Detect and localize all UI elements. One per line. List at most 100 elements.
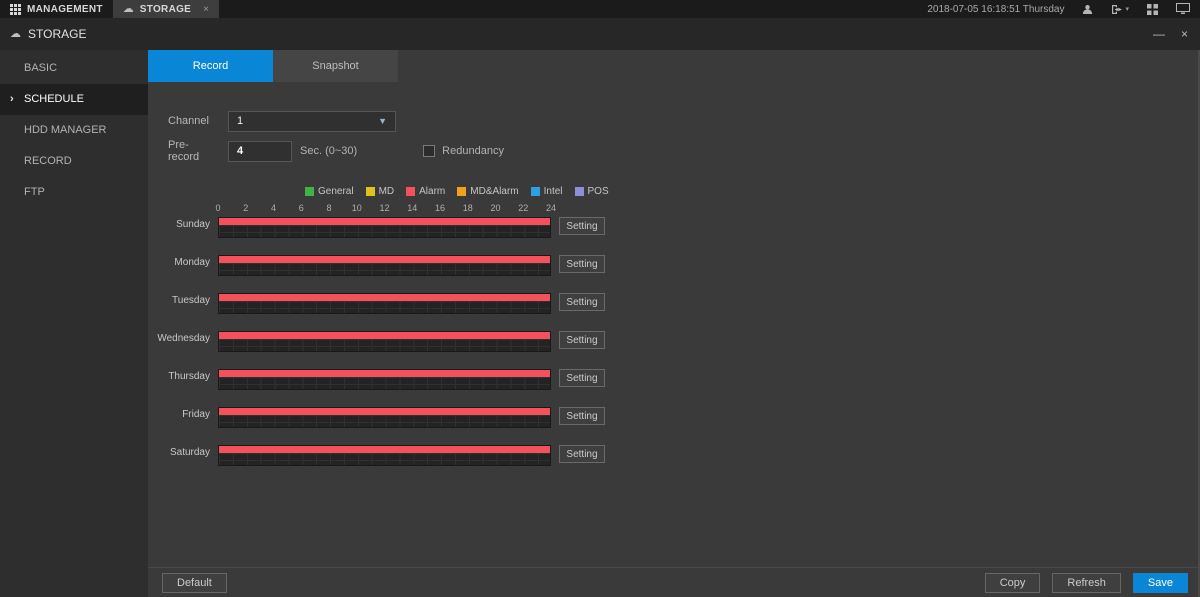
legend-item: MD&Alarm bbox=[457, 186, 518, 197]
user-icon[interactable] bbox=[1082, 4, 1093, 15]
tab-snapshot[interactable]: Snapshot bbox=[273, 50, 398, 82]
record-type-legend: General MD Alarm MD&Alarm Intel POS bbox=[305, 186, 1198, 197]
day-timeline-grid[interactable] bbox=[218, 445, 551, 466]
redundancy-checkbox[interactable] bbox=[423, 145, 435, 157]
legend-swatch bbox=[457, 187, 466, 196]
schedule-row-sunday: Sunday Setting bbox=[148, 217, 1198, 255]
pre-record-row: Pre-record 4 Sec. (0~30) Redundancy bbox=[168, 140, 1198, 162]
channel-row: Channel 1 ▼ bbox=[168, 110, 1198, 132]
time-tick: 10 bbox=[352, 203, 362, 213]
sidebar-item-record[interactable]: RECORD bbox=[0, 146, 148, 177]
page-title: STORAGE bbox=[28, 27, 86, 41]
logout-icon[interactable]: ▾ bbox=[1111, 4, 1129, 15]
schedule-bar-alarm bbox=[219, 218, 550, 225]
time-tick: 22 bbox=[518, 203, 528, 213]
day-timeline-grid[interactable] bbox=[218, 217, 551, 238]
setting-button[interactable]: Setting bbox=[559, 293, 605, 311]
time-tick: 20 bbox=[490, 203, 500, 213]
day-label: Thursday bbox=[148, 369, 210, 382]
schedule-row-tuesday: Tuesday Setting bbox=[148, 293, 1198, 331]
legend-swatch bbox=[406, 187, 415, 196]
sidebar-item-label: RECORD bbox=[24, 155, 72, 167]
redundancy-label: Redundancy bbox=[442, 145, 504, 157]
chevron-down-icon: ▼ bbox=[378, 116, 387, 126]
active-item-arrow-icon: › bbox=[10, 84, 14, 115]
legend-label: Alarm bbox=[419, 186, 445, 197]
schedule-bar-alarm bbox=[219, 294, 550, 301]
top-tab-management[interactable]: MANAGEMENT bbox=[0, 0, 113, 18]
refresh-button[interactable]: Refresh bbox=[1052, 573, 1121, 593]
content-panel: RecordSnapshot Channel 1 ▼ Pre-record 4 … bbox=[148, 50, 1200, 597]
sidebar-item-label: FTP bbox=[24, 186, 45, 198]
storage-tab-close-icon[interactable]: × bbox=[203, 4, 209, 15]
pre-record-unit: Sec. (0~30) bbox=[300, 145, 357, 157]
sidebar-item-hdd-manager[interactable]: HDD MANAGER bbox=[0, 115, 148, 146]
schedule-row-friday: FridaySetting bbox=[148, 407, 1198, 445]
copy-button[interactable]: Copy bbox=[985, 573, 1041, 593]
day-label: Sunday bbox=[148, 217, 210, 230]
sidebar-item-ftp[interactable]: FTP bbox=[0, 177, 148, 208]
setting-button[interactable]: Setting bbox=[559, 369, 605, 387]
legend-label: Intel bbox=[544, 186, 563, 197]
sidebar-item-label: SCHEDULE bbox=[24, 93, 84, 105]
setting-button[interactable]: Setting bbox=[559, 331, 605, 349]
day-timeline-grid[interactable] bbox=[218, 407, 551, 428]
time-tick: 18 bbox=[463, 203, 473, 213]
day-timeline-grid[interactable] bbox=[218, 369, 551, 390]
legend-item: Alarm bbox=[406, 186, 445, 197]
top-tab-storage[interactable]: ☁ STORAGE × bbox=[113, 0, 219, 18]
schedule-row-saturday: Saturday Setting bbox=[148, 445, 1198, 483]
legend-label: POS bbox=[588, 186, 609, 197]
management-tab-label: MANAGEMENT bbox=[27, 4, 103, 15]
sidebar-item-label: BASIC bbox=[24, 62, 57, 74]
close-icon[interactable]: × bbox=[1181, 27, 1188, 41]
day-label: Wednesday bbox=[148, 331, 210, 344]
schedule-bar-alarm bbox=[219, 408, 550, 415]
monitor-icon[interactable] bbox=[1176, 3, 1190, 15]
legend-swatch bbox=[531, 187, 540, 196]
channel-select-value: 1 bbox=[237, 115, 243, 127]
legend-swatch bbox=[305, 187, 314, 196]
time-tick: 0 bbox=[215, 203, 220, 213]
storage-icon: ☁ bbox=[123, 4, 134, 14]
legend-item: POS bbox=[575, 186, 609, 197]
schedule-bar-alarm bbox=[219, 370, 550, 377]
save-button[interactable]: Save bbox=[1133, 573, 1188, 593]
apps-grid-icon bbox=[10, 4, 21, 15]
day-label: Tuesday bbox=[148, 293, 210, 306]
minimize-icon[interactable]: — bbox=[1153, 27, 1165, 41]
schedule-row-monday: MondaySetting bbox=[148, 255, 1198, 293]
legend-item: General bbox=[305, 186, 354, 197]
schedule-row-thursday: Thursday Setting bbox=[148, 369, 1198, 407]
setting-button[interactable]: Setting bbox=[559, 407, 605, 425]
schedule-bar-alarm bbox=[219, 332, 550, 339]
sidebar-item-schedule[interactable]: › SCHEDULE bbox=[0, 84, 148, 115]
schedule-bar-alarm bbox=[219, 256, 550, 263]
time-tick: 8 bbox=[326, 203, 331, 213]
tab-record[interactable]: Record bbox=[148, 50, 273, 82]
datetime-text: 2018-07-05 16:18:51 Thursday bbox=[927, 4, 1064, 15]
footer-bar: Default Copy Refresh Save bbox=[148, 567, 1198, 597]
default-button[interactable]: Default bbox=[162, 573, 227, 593]
day-label: Saturday bbox=[148, 445, 210, 458]
schedule-days: SundaySettingMondaySettingTuesdaySetting… bbox=[148, 217, 1198, 483]
pre-record-input[interactable]: 4 bbox=[228, 141, 292, 162]
time-tick: 4 bbox=[271, 203, 276, 213]
day-timeline-grid[interactable] bbox=[218, 255, 551, 276]
layout-grid-icon[interactable] bbox=[1147, 4, 1158, 15]
sidebar: BASIC › SCHEDULE HDD MANAGER RECORD FTP bbox=[0, 50, 148, 597]
day-timeline-grid[interactable] bbox=[218, 331, 551, 352]
legend-swatch bbox=[366, 187, 375, 196]
day-timeline-grid[interactable] bbox=[218, 293, 551, 314]
sidebar-item-basic[interactable]: BASIC bbox=[0, 53, 148, 84]
logout-caret-icon: ▾ bbox=[1125, 5, 1129, 13]
setting-button[interactable]: Setting bbox=[559, 445, 605, 463]
channel-select[interactable]: 1 ▼ bbox=[228, 111, 396, 132]
schedule-row-wednesday: Wednesday Setting bbox=[148, 331, 1198, 369]
time-axis: 024681012141618202224 bbox=[218, 203, 551, 215]
pre-record-label: Pre-record bbox=[168, 139, 210, 163]
legend-label: MD bbox=[379, 186, 395, 197]
setting-button[interactable]: Setting bbox=[559, 217, 605, 235]
setting-button[interactable]: Setting bbox=[559, 255, 605, 273]
time-tick: 12 bbox=[379, 203, 389, 213]
